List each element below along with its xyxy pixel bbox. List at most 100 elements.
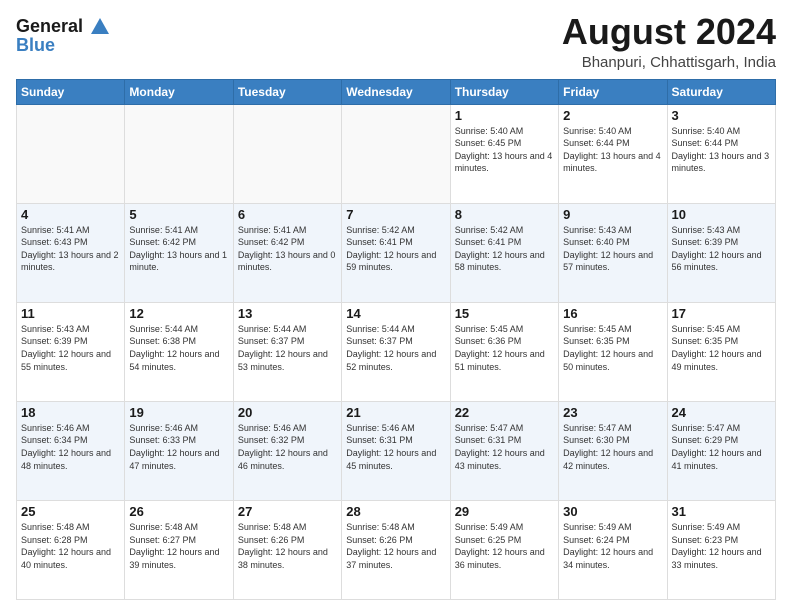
day-number: 1 xyxy=(455,108,554,123)
day-detail: Sunrise: 5:49 AMSunset: 6:24 PMDaylight:… xyxy=(563,521,662,571)
day-detail: Sunrise: 5:40 AMSunset: 6:44 PMDaylight:… xyxy=(672,125,771,175)
day-number: 11 xyxy=(21,306,120,321)
header: General Blue August 2024 Bhanpuri, Chhat… xyxy=(16,12,776,71)
day-detail: Sunrise: 5:43 AMSunset: 6:39 PMDaylight:… xyxy=(672,224,771,274)
calendar-cell-24: 24 Sunrise: 5:47 AMSunset: 6:29 PMDayligh… xyxy=(667,401,775,500)
day-detail: Sunrise: 5:44 AMSunset: 6:37 PMDaylight:… xyxy=(238,323,337,373)
logo: General Blue xyxy=(16,16,112,56)
calendar-header-thursday: Thursday xyxy=(450,79,558,104)
day-number: 30 xyxy=(563,504,662,519)
calendar-header-row: SundayMondayTuesdayWednesdayThursdayFrid… xyxy=(17,79,776,104)
day-number: 17 xyxy=(672,306,771,321)
day-number: 5 xyxy=(129,207,228,222)
day-number: 24 xyxy=(672,405,771,420)
day-number: 28 xyxy=(346,504,445,519)
day-number: 25 xyxy=(21,504,120,519)
calendar-header-sunday: Sunday xyxy=(17,79,125,104)
day-detail: Sunrise: 5:40 AMSunset: 6:45 PMDaylight:… xyxy=(455,125,554,175)
day-detail: Sunrise: 5:49 AMSunset: 6:23 PMDaylight:… xyxy=(672,521,771,571)
logo-icon xyxy=(89,16,111,38)
day-detail: Sunrise: 5:43 AMSunset: 6:39 PMDaylight:… xyxy=(21,323,120,373)
calendar-week-1: 1 Sunrise: 5:40 AMSunset: 6:45 PMDaylight… xyxy=(17,104,776,203)
logo-blue: Blue xyxy=(16,36,112,56)
calendar-week-5: 25 Sunrise: 5:48 AMSunset: 6:28 PMDayligh… xyxy=(17,500,776,599)
calendar-cell-12: 12Sunrise: 5:44 AMSunset: 6:38 PMDayligh… xyxy=(125,302,233,401)
day-number: 31 xyxy=(672,504,771,519)
calendar-cell-13: 13 Sunrise: 5:44 AMSunset: 6:37 PMDayligh… xyxy=(233,302,341,401)
day-detail: Sunrise: 5:42 AMSunset: 6:41 PMDaylight:… xyxy=(455,224,554,274)
day-detail: Sunrise: 5:47 AMSunset: 6:30 PMDaylight:… xyxy=(563,422,662,472)
calendar-cell-empty xyxy=(342,104,450,203)
day-detail: Sunrise: 5:41 AMSunset: 6:43 PMDaylight:… xyxy=(21,224,120,274)
calendar-cell-21: 21 Sunrise: 5:46 AMSunset: 6:31 PMDayligh… xyxy=(342,401,450,500)
calendar-cell-4: 4 Sunrise: 5:41 AMSunset: 6:43 PMDaylight… xyxy=(17,203,125,302)
calendar-week-4: 18 Sunrise: 5:46 AMSunset: 6:34 PMDayligh… xyxy=(17,401,776,500)
calendar-cell-9: 9Sunrise: 5:43 AMSunset: 6:40 PMDaylight… xyxy=(559,203,667,302)
day-number: 19 xyxy=(129,405,228,420)
day-detail: Sunrise: 5:47 AMSunset: 6:29 PMDaylight:… xyxy=(672,422,771,472)
calendar-cell-10: 10 Sunrise: 5:43 AMSunset: 6:39 PMDayligh… xyxy=(667,203,775,302)
calendar-cell-30: 30 Sunrise: 5:49 AMSunset: 6:24 PMDayligh… xyxy=(559,500,667,599)
day-detail: Sunrise: 5:48 AMSunset: 6:28 PMDaylight:… xyxy=(21,521,120,571)
calendar-cell-27: 27 Sunrise: 5:48 AMSunset: 6:26 PMDayligh… xyxy=(233,500,341,599)
calendar-cell-28: 28 Sunrise: 5:48 AMSunset: 6:26 PMDayligh… xyxy=(342,500,450,599)
subtitle: Bhanpuri, Chhattisgarh, India xyxy=(562,54,776,71)
day-detail: Sunrise: 5:42 AMSunset: 6:41 PMDaylight:… xyxy=(346,224,445,274)
calendar-header-tuesday: Tuesday xyxy=(233,79,341,104)
day-detail: Sunrise: 5:46 AMSunset: 6:34 PMDaylight:… xyxy=(21,422,120,472)
day-number: 21 xyxy=(346,405,445,420)
day-detail: Sunrise: 5:49 AMSunset: 6:25 PMDaylight:… xyxy=(455,521,554,571)
calendar-cell-empty xyxy=(233,104,341,203)
page: General Blue August 2024 Bhanpuri, Chhat… xyxy=(0,0,792,612)
calendar-cell-11: 11 Sunrise: 5:43 AMSunset: 6:39 PMDayligh… xyxy=(17,302,125,401)
title-block: August 2024 Bhanpuri, Chhattisgarh, Indi… xyxy=(562,12,776,71)
day-detail: Sunrise: 5:44 AMSunset: 6:37 PMDaylight:… xyxy=(346,323,445,373)
day-number: 20 xyxy=(238,405,337,420)
day-detail: Sunrise: 5:46 AMSunset: 6:31 PMDaylight:… xyxy=(346,422,445,472)
calendar-header-wednesday: Wednesday xyxy=(342,79,450,104)
day-number: 12 xyxy=(129,306,228,321)
day-number: 10 xyxy=(672,207,771,222)
calendar-week-2: 4 Sunrise: 5:41 AMSunset: 6:43 PMDaylight… xyxy=(17,203,776,302)
day-number: 16 xyxy=(563,306,662,321)
calendar-week-3: 11 Sunrise: 5:43 AMSunset: 6:39 PMDayligh… xyxy=(17,302,776,401)
calendar-cell-18: 18 Sunrise: 5:46 AMSunset: 6:34 PMDayligh… xyxy=(17,401,125,500)
calendar-cell-20: 20Sunrise: 5:46 AMSunset: 6:32 PMDayligh… xyxy=(233,401,341,500)
day-detail: Sunrise: 5:47 AMSunset: 6:31 PMDaylight:… xyxy=(455,422,554,472)
day-number: 23 xyxy=(563,405,662,420)
calendar-cell-7: 7 Sunrise: 5:42 AMSunset: 6:41 PMDaylight… xyxy=(342,203,450,302)
calendar-cell-17: 17 Sunrise: 5:45 AMSunset: 6:35 PMDayligh… xyxy=(667,302,775,401)
day-detail: Sunrise: 5:41 AMSunset: 6:42 PMDaylight:… xyxy=(129,224,228,274)
day-number: 7 xyxy=(346,207,445,222)
calendar-cell-26: 26Sunrise: 5:48 AMSunset: 6:27 PMDayligh… xyxy=(125,500,233,599)
day-number: 14 xyxy=(346,306,445,321)
day-number: 13 xyxy=(238,306,337,321)
calendar-cell-2: 2Sunrise: 5:40 AMSunset: 6:44 PMDaylight… xyxy=(559,104,667,203)
calendar-cell-19: 19Sunrise: 5:46 AMSunset: 6:33 PMDayligh… xyxy=(125,401,233,500)
calendar-header-monday: Monday xyxy=(125,79,233,104)
calendar-cell-15: 15Sunrise: 5:45 AMSunset: 6:36 PMDayligh… xyxy=(450,302,558,401)
day-detail: Sunrise: 5:40 AMSunset: 6:44 PMDaylight:… xyxy=(563,125,662,175)
day-detail: Sunrise: 5:45 AMSunset: 6:36 PMDaylight:… xyxy=(455,323,554,373)
day-detail: Sunrise: 5:48 AMSunset: 6:26 PMDaylight:… xyxy=(346,521,445,571)
calendar-cell-6: 6Sunrise: 5:41 AMSunset: 6:42 PMDaylight… xyxy=(233,203,341,302)
day-number: 3 xyxy=(672,108,771,123)
calendar-cell-23: 23 Sunrise: 5:47 AMSunset: 6:30 PMDayligh… xyxy=(559,401,667,500)
day-number: 18 xyxy=(21,405,120,420)
calendar-cell-3: 3 Sunrise: 5:40 AMSunset: 6:44 PMDaylight… xyxy=(667,104,775,203)
day-detail: Sunrise: 5:41 AMSunset: 6:42 PMDaylight:… xyxy=(238,224,337,274)
day-number: 8 xyxy=(455,207,554,222)
day-detail: Sunrise: 5:45 AMSunset: 6:35 PMDaylight:… xyxy=(672,323,771,373)
day-number: 4 xyxy=(21,207,120,222)
calendar-cell-empty xyxy=(17,104,125,203)
calendar-header-saturday: Saturday xyxy=(667,79,775,104)
calendar-header-friday: Friday xyxy=(559,79,667,104)
calendar-cell-31: 31 Sunrise: 5:49 AMSunset: 6:23 PMDayligh… xyxy=(667,500,775,599)
day-number: 27 xyxy=(238,504,337,519)
day-detail: Sunrise: 5:45 AMSunset: 6:35 PMDaylight:… xyxy=(563,323,662,373)
calendar-cell-1: 1 Sunrise: 5:40 AMSunset: 6:45 PMDaylight… xyxy=(450,104,558,203)
calendar-cell-22: 22Sunrise: 5:47 AMSunset: 6:31 PMDayligh… xyxy=(450,401,558,500)
day-detail: Sunrise: 5:48 AMSunset: 6:26 PMDaylight:… xyxy=(238,521,337,571)
calendar-cell-8: 8 Sunrise: 5:42 AMSunset: 6:41 PMDaylight… xyxy=(450,203,558,302)
day-detail: Sunrise: 5:48 AMSunset: 6:27 PMDaylight:… xyxy=(129,521,228,571)
